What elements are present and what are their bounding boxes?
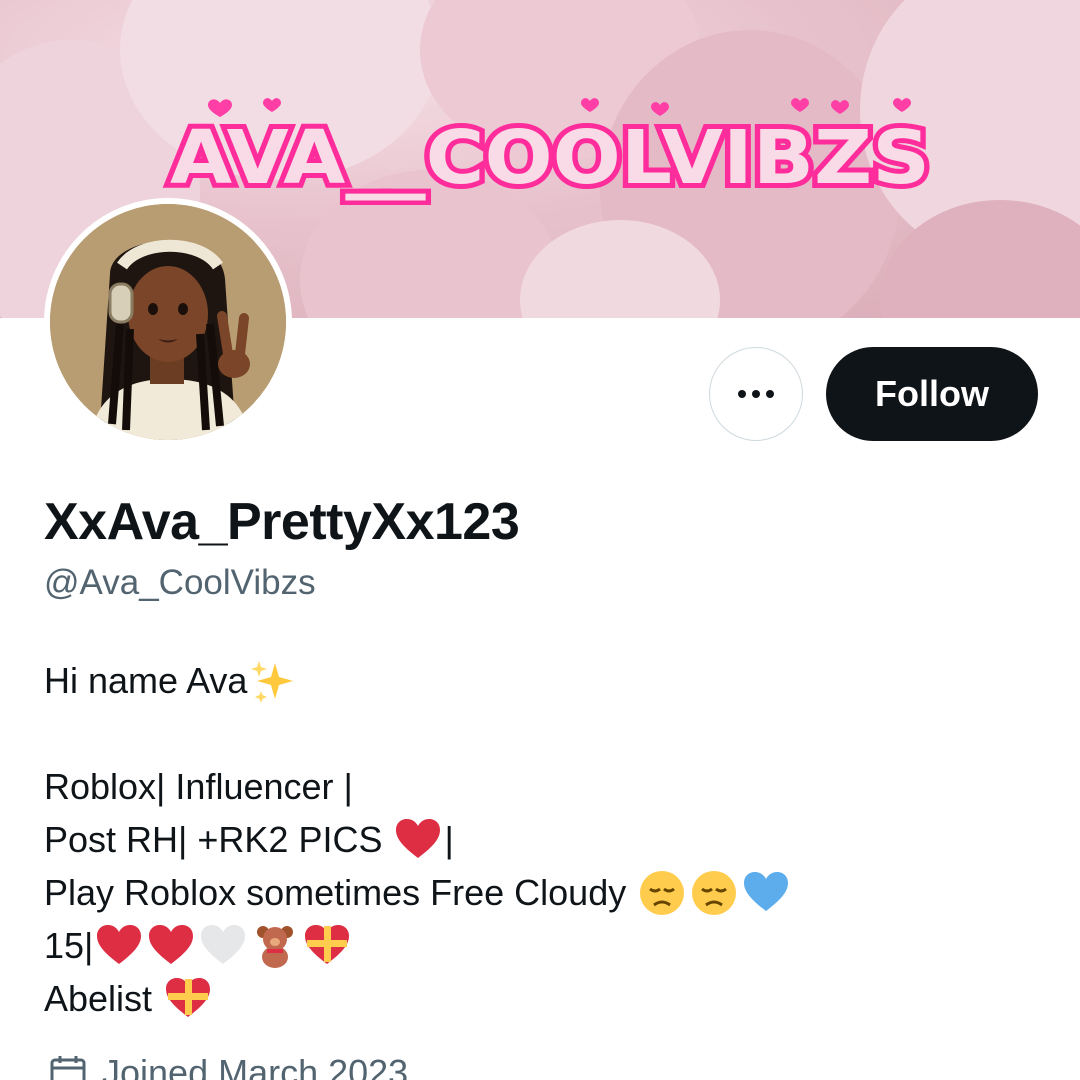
disappointed-face-icon [692, 870, 737, 915]
banner-title-logo: AVA__COOLVIBZS [165, 98, 935, 205]
white-heart-icon [199, 922, 247, 970]
red-heart-icon [394, 816, 442, 864]
display-name: XxAva_PrettyXx123 [44, 493, 520, 551]
joined-date-text: Joined March 2023 [102, 1052, 409, 1080]
bio-line-4-text: Play Roblox sometimes Free Cloudy [44, 872, 637, 913]
calendar-icon [50, 1056, 86, 1080]
bio-line-1-text: Hi name Ava [44, 660, 248, 701]
bio-line-5: 15| [44, 919, 792, 972]
bio-line-5-text: 15| [44, 925, 94, 966]
svg-text:AVA__COOLVIBZS: AVA__COOLVIBZS [170, 115, 930, 201]
bio-line-3-end: | [444, 819, 454, 860]
bio-line-6: Abelist [44, 972, 792, 1025]
profile-avatar[interactable] [44, 198, 292, 446]
bio-line-1: Hi name Ava [44, 654, 792, 707]
red-heart-icon [95, 922, 143, 970]
more-options-button[interactable] [709, 347, 803, 441]
bio-line-2: Roblox| Influencer | [44, 760, 792, 813]
heart-with-ribbon-icon [164, 975, 212, 1023]
teddy-bear-icon [257, 925, 294, 968]
disappointed-face-icon [640, 870, 685, 915]
red-heart-icon [147, 922, 195, 970]
user-handle: @Ava_CoolVibzs [44, 563, 316, 602]
follow-button[interactable]: Follow [826, 347, 1038, 441]
profile-bio: Hi name Ava Roblox| Influencer | Post RH… [44, 654, 792, 1025]
joined-date: Joined March 2023 [48, 1052, 408, 1080]
avatar-illustration [50, 204, 286, 440]
bio-line-6-text: Abelist [44, 978, 163, 1019]
blue-heart-icon [742, 869, 790, 917]
bio-line-4: Play Roblox sometimes Free Cloudy [44, 866, 792, 919]
bio-line-2-text: Roblox| Influencer | [44, 766, 353, 807]
heart-with-ribbon-icon [303, 922, 351, 970]
more-dots-icon [738, 390, 774, 398]
bio-line-3-text: Post RH| +RK2 PICS [44, 819, 393, 860]
sparkles-icon [251, 660, 294, 703]
bio-line-3: Post RH| +RK2 PICS | [44, 813, 792, 866]
